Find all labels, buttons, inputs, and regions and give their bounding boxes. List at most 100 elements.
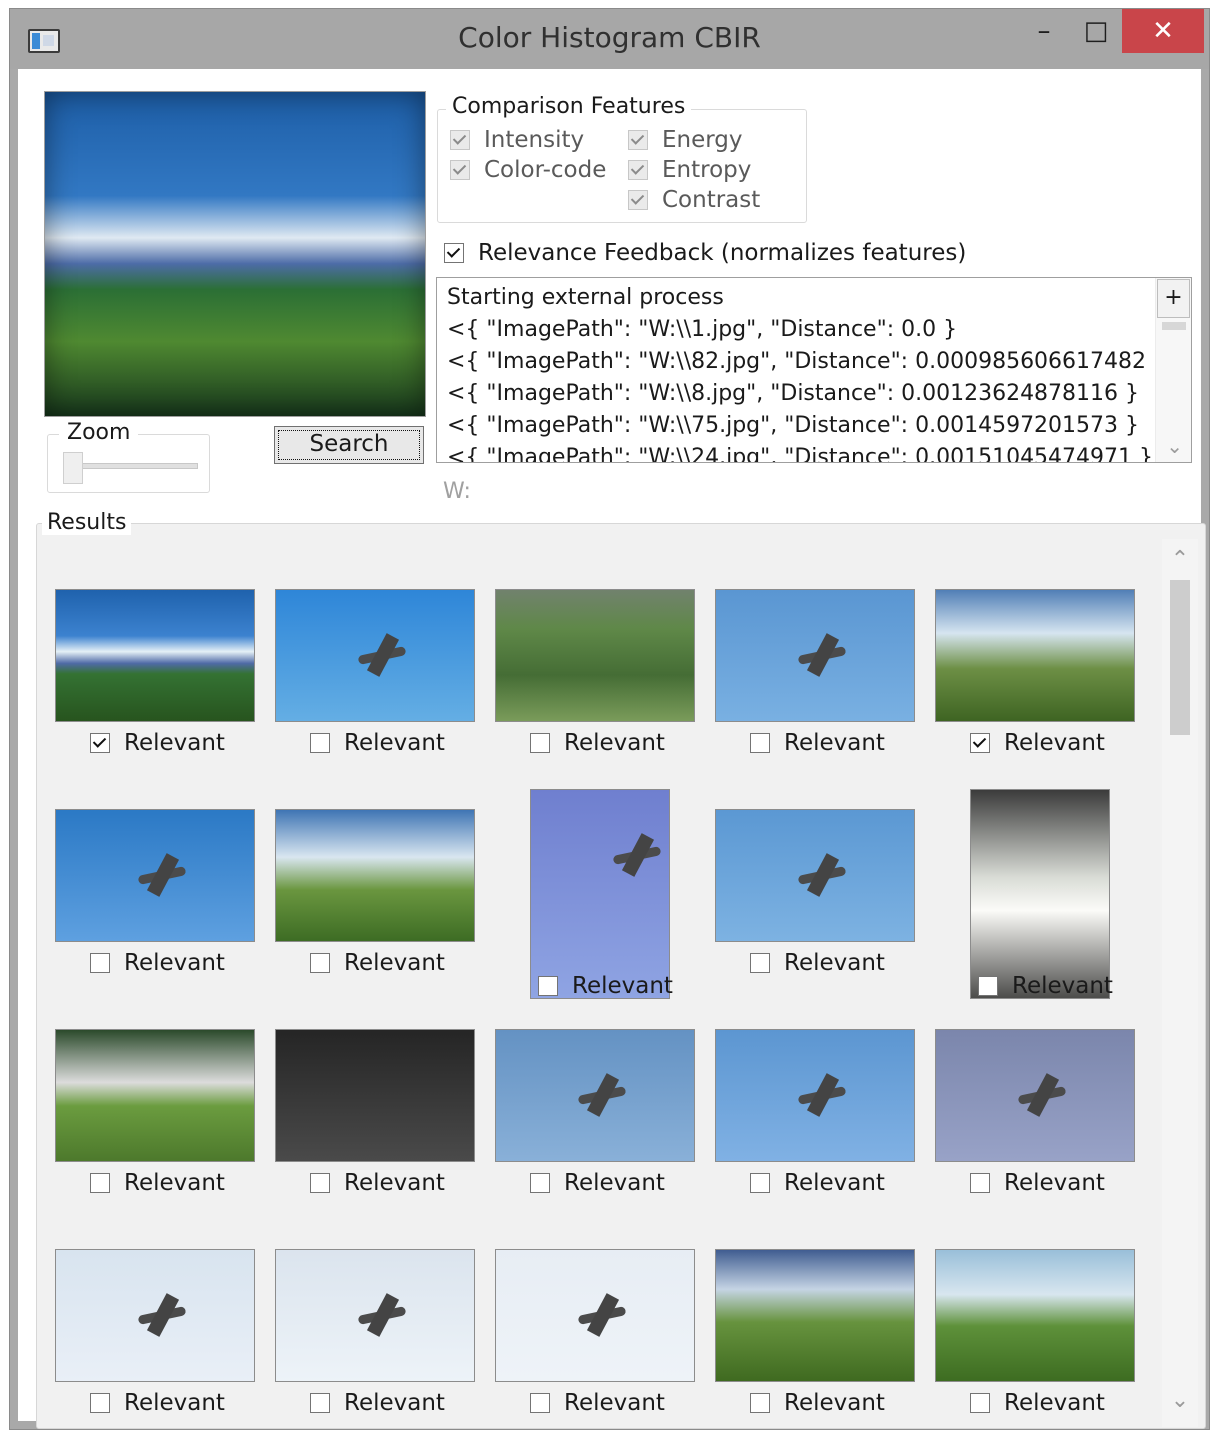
result-thumbnail[interactable] xyxy=(275,589,475,722)
relevant-checkbox[interactable] xyxy=(970,733,990,753)
result-thumbnail[interactable] xyxy=(935,1029,1135,1162)
result-thumbnail[interactable] xyxy=(275,1029,475,1162)
results-scrollbar[interactable]: ⌃ ⌄ xyxy=(1162,539,1198,1427)
energy-checkbox[interactable] xyxy=(628,130,648,150)
relevant-checkbox[interactable] xyxy=(90,733,110,753)
relevant-toggle[interactable]: Relevant xyxy=(310,730,445,756)
result-thumbnail[interactable] xyxy=(970,789,1110,999)
search-button[interactable]: Search xyxy=(274,426,424,464)
relevant-toggle[interactable]: Relevant xyxy=(750,1390,885,1416)
relevant-toggle[interactable]: Relevant xyxy=(538,973,673,999)
result-thumbnail[interactable] xyxy=(55,809,255,942)
relevant-toggle[interactable]: Relevant xyxy=(310,950,445,976)
result-thumbnail[interactable] xyxy=(715,1249,915,1382)
relevant-checkbox[interactable] xyxy=(90,953,110,973)
results-scroll-thumb[interactable] xyxy=(1170,580,1190,735)
maximize-button[interactable]: □ xyxy=(1076,9,1116,53)
relevant-toggle[interactable]: Relevant xyxy=(970,1390,1105,1416)
feature-contrast[interactable]: Contrast xyxy=(628,187,760,213)
feature-energy[interactable]: Energy xyxy=(628,127,743,153)
relevant-checkbox[interactable] xyxy=(750,1393,770,1413)
relevant-checkbox[interactable] xyxy=(978,976,998,996)
process-log[interactable]: Starting external process <{ "ImagePath"… xyxy=(436,277,1192,463)
result-thumbnail[interactable] xyxy=(715,1029,915,1162)
relevant-label: Relevant xyxy=(124,730,225,756)
result-thumbnail[interactable] xyxy=(275,1249,475,1382)
result-thumbnail[interactable] xyxy=(55,1249,255,1382)
relevant-checkbox[interactable] xyxy=(310,1173,330,1193)
feature-color-code[interactable]: Color-code xyxy=(450,157,606,183)
relevant-checkbox[interactable] xyxy=(750,733,770,753)
result-thumbnail[interactable] xyxy=(495,1029,695,1162)
result-item: Relevant xyxy=(935,1229,1135,1439)
result-thumbnail[interactable] xyxy=(495,1249,695,1382)
zoom-slider-thumb[interactable] xyxy=(63,452,83,484)
result-thumbnail[interactable] xyxy=(935,589,1135,722)
relevance-feedback-checkbox[interactable] xyxy=(444,243,464,263)
relevant-label: Relevant xyxy=(124,1170,225,1196)
relevant-toggle[interactable]: Relevant xyxy=(750,1170,885,1196)
relevant-toggle[interactable]: Relevant xyxy=(310,1390,445,1416)
chevron-down-icon[interactable]: ⌄ xyxy=(1162,1388,1198,1413)
log-scrollbar[interactable]: + ⌄ xyxy=(1155,278,1191,462)
feature-entropy[interactable]: Entropy xyxy=(628,157,751,183)
relevant-toggle[interactable]: Relevant xyxy=(530,730,665,756)
relevant-toggle[interactable]: Relevant xyxy=(310,1170,445,1196)
result-thumbnail[interactable] xyxy=(495,589,695,722)
result-thumbnail[interactable] xyxy=(530,789,670,999)
relevant-toggle[interactable]: Relevant xyxy=(90,1170,225,1196)
color-code-checkbox[interactable] xyxy=(450,160,470,180)
relevant-checkbox[interactable] xyxy=(530,733,550,753)
result-thumbnail[interactable] xyxy=(55,589,255,722)
result-item: Relevant xyxy=(715,1229,915,1439)
result-thumbnail[interactable] xyxy=(715,589,915,722)
relevant-toggle[interactable]: Relevant xyxy=(978,973,1113,999)
log-line: <{ "ImagePath": "W:\\8.jpg", "Distance":… xyxy=(447,381,1140,406)
chevron-down-icon[interactable]: ⌄ xyxy=(1166,434,1183,458)
intensity-checkbox[interactable] xyxy=(450,130,470,150)
entropy-label: Entropy xyxy=(662,157,752,183)
relevant-toggle[interactable]: Relevant xyxy=(90,730,225,756)
relevant-toggle[interactable]: Relevant xyxy=(750,730,885,756)
relevant-checkbox[interactable] xyxy=(538,976,558,996)
relevant-label: Relevant xyxy=(1004,730,1105,756)
relevant-toggle[interactable]: Relevant xyxy=(90,1390,225,1416)
relevant-checkbox[interactable] xyxy=(750,1173,770,1193)
entropy-checkbox[interactable] xyxy=(628,160,648,180)
relevant-toggle[interactable]: Relevant xyxy=(750,950,885,976)
zoom-slider-track[interactable] xyxy=(64,463,198,469)
result-thumbnail[interactable] xyxy=(715,809,915,942)
relevant-toggle[interactable]: Relevant xyxy=(530,1390,665,1416)
result-item: Relevant xyxy=(935,569,1135,779)
relevant-checkbox[interactable] xyxy=(90,1393,110,1413)
chevron-up-icon[interactable]: ⌃ xyxy=(1162,547,1198,572)
relevant-toggle[interactable]: Relevant xyxy=(90,950,225,976)
relevant-checkbox[interactable] xyxy=(310,733,330,753)
result-item: Relevant xyxy=(495,569,695,779)
relevant-label: Relevant xyxy=(784,950,885,976)
minimize-button[interactable]: – xyxy=(1024,9,1064,53)
relevant-checkbox[interactable] xyxy=(750,953,770,973)
feature-intensity[interactable]: Intensity xyxy=(450,127,584,153)
log-scroll-thumb[interactable] xyxy=(1162,322,1186,330)
log-line: <{ "ImagePath": "W:\\24.jpg", "Distance"… xyxy=(447,445,1154,463)
relevance-feedback-toggle[interactable]: Relevance Feedback (normalizes features) xyxy=(444,240,966,266)
close-button[interactable]: ✕ xyxy=(1122,9,1204,53)
relevant-label: Relevant xyxy=(564,1170,665,1196)
relevant-checkbox[interactable] xyxy=(310,1393,330,1413)
relevant-checkbox[interactable] xyxy=(970,1393,990,1413)
result-thumbnail[interactable] xyxy=(935,1249,1135,1382)
relevant-toggle[interactable]: Relevant xyxy=(530,1170,665,1196)
result-thumbnail[interactable] xyxy=(275,809,475,942)
relevant-checkbox[interactable] xyxy=(310,953,330,973)
expand-log-button[interactable]: + xyxy=(1157,279,1190,318)
relevant-checkbox[interactable] xyxy=(970,1173,990,1193)
relevant-toggle[interactable]: Relevant xyxy=(970,1170,1105,1196)
relevant-toggle[interactable]: Relevant xyxy=(970,730,1105,756)
contrast-checkbox[interactable] xyxy=(628,190,648,210)
result-item: Relevant xyxy=(715,1009,915,1219)
relevant-checkbox[interactable] xyxy=(90,1173,110,1193)
relevant-checkbox[interactable] xyxy=(530,1393,550,1413)
relevant-checkbox[interactable] xyxy=(530,1173,550,1193)
result-thumbnail[interactable] xyxy=(55,1029,255,1162)
